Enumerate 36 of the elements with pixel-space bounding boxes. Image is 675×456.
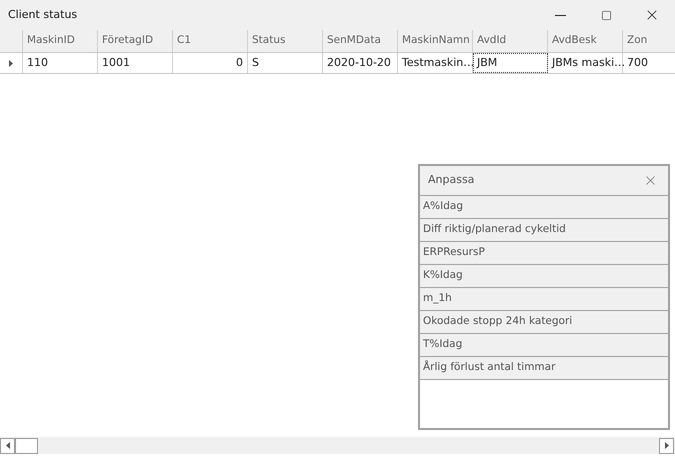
column-header[interactable]: AvdBesk (548, 30, 623, 52)
table-cell: JBM (473, 53, 548, 73)
table-cell: JBMs maski… (548, 53, 623, 73)
column-chooser-item[interactable]: A%Idag (420, 196, 668, 219)
table-cell: S (248, 53, 323, 73)
scrollbar-thumb[interactable] (15, 438, 38, 454)
table-cell: 1001 (98, 53, 173, 73)
window-title: Client status (8, 6, 78, 23)
column-header[interactable]: AvdId (473, 30, 548, 52)
maximize-icon (600, 10, 612, 20)
column-header[interactable]: Zon (623, 30, 675, 52)
left-arrow-icon (6, 442, 10, 449)
horizontal-scrollbar[interactable] (0, 437, 675, 454)
column-chooser-item[interactable]: Okodade stopp 24h kategori (420, 311, 668, 334)
column-chooser-item[interactable]: K%Idag (420, 265, 668, 288)
column-header[interactable]: Status (248, 30, 323, 52)
column-chooser-item[interactable]: Årlig förlust antal timmar (420, 357, 668, 380)
panel-title: Anpassa (428, 172, 474, 188)
minimize-icon (554, 14, 566, 16)
table-cell: 700 (623, 53, 675, 73)
right-arrow-icon (664, 442, 668, 449)
column-chooser-item[interactable]: T%Idag (420, 334, 668, 357)
table-cell: 110 (23, 53, 98, 73)
table-cell: 0 (173, 53, 248, 73)
table-cell: 2020-10-20 (323, 53, 398, 73)
column-header[interactable]: MaskinID (23, 30, 98, 52)
table-cell: Testmaskin… (398, 53, 473, 73)
column-chooser-item[interactable]: ERPResursP (420, 242, 668, 265)
scroll-left-button[interactable] (0, 438, 15, 454)
column-chooser-item[interactable]: Diff riktig/planerad cykeltid (420, 219, 668, 242)
column-header[interactable]: SenMData (323, 30, 398, 52)
scroll-right-button[interactable] (659, 438, 674, 454)
column-header[interactable]: C1 (173, 30, 248, 52)
column-chooser-item[interactable]: m_1h (420, 288, 668, 311)
column-header[interactable]: MaskinNamn (398, 30, 473, 52)
column-header[interactable]: FöretagID (98, 30, 173, 52)
